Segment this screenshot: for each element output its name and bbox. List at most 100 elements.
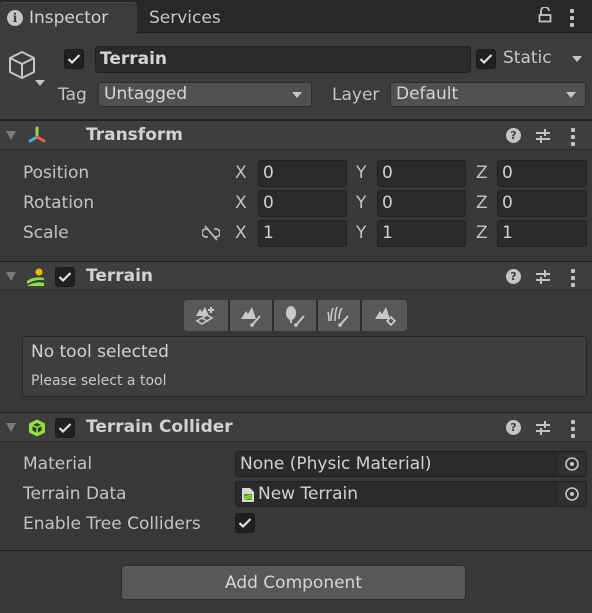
tab-services[interactable]: Services	[149, 2, 221, 33]
name-field[interactable]: Terrain	[95, 46, 471, 73]
icon-dropdown-caret[interactable]	[35, 80, 45, 86]
rotation-y-field[interactable]: 0	[377, 190, 466, 217]
scale-label: Scale	[23, 223, 69, 243]
tab-label: Inspector	[29, 8, 109, 28]
static-dropdown-caret[interactable]	[572, 56, 582, 62]
help-icon[interactable]: ?	[506, 128, 521, 143]
terrain-data-object-field[interactable]: New Terrain	[235, 481, 587, 507]
help-icon[interactable]: ?	[506, 420, 521, 435]
terrain-enabled-checkbox[interactable]	[55, 267, 75, 287]
tag-label: Tag	[58, 85, 87, 105]
collider-enabled-checkbox[interactable]	[55, 418, 75, 438]
checkmark-icon	[479, 54, 493, 65]
static-checkbox[interactable]	[476, 49, 496, 69]
transform-icon	[28, 126, 46, 143]
position-label: Position	[23, 163, 90, 183]
foldout-arrow-icon[interactable]	[6, 272, 16, 281]
create-neighbor-terrains-icon	[195, 306, 214, 325]
component-menu-icon[interactable]	[571, 128, 575, 149]
create-neighbor-terrains-button[interactable]	[184, 300, 228, 331]
lock-icon[interactable]	[538, 7, 552, 23]
checkmark-icon	[67, 54, 81, 65]
paint-details-icon	[327, 306, 349, 327]
help-text: Please select a tool	[31, 373, 167, 389]
transform-header[interactable]: Transform ?	[0, 120, 592, 150]
scale-y-field[interactable]: 1	[377, 220, 466, 247]
axis-z-label: Z	[476, 193, 488, 213]
checkmark-icon	[58, 423, 72, 434]
component-menu-icon[interactable]	[571, 420, 575, 441]
tag-value: Untagged	[104, 84, 188, 104]
terrain-collider-header[interactable]: Terrain Collider ?	[0, 412, 592, 442]
presets-icon[interactable]	[535, 128, 551, 144]
enable-tree-colliders-checkbox[interactable]	[235, 513, 255, 533]
material-value: None (Physic Material)	[240, 454, 432, 474]
transform-body: Position X 0 Y 0 Z 0 Rotation X 0 Y 0 Z …	[0, 151, 592, 261]
terrain-settings-icon	[374, 306, 396, 326]
axis-x-label: X	[235, 223, 247, 243]
axis-y-label: Y	[356, 163, 367, 183]
layer-dropdown[interactable]: Default	[390, 82, 586, 107]
scale-x-field[interactable]: 1	[258, 220, 347, 247]
static-label: Static	[503, 48, 552, 68]
tool-help-box: No tool selected Please select a tool	[22, 336, 587, 397]
object-picker-button[interactable]	[558, 482, 586, 506]
paint-details-button[interactable]	[318, 300, 360, 331]
material-label: Material	[23, 454, 93, 474]
kebab-menu-icon[interactable]	[570, 9, 574, 30]
paint-trees-button[interactable]	[274, 300, 316, 331]
gameobject-cube-icon[interactable]	[6, 49, 38, 81]
position-z-field[interactable]: 0	[497, 160, 587, 187]
checkmark-icon	[238, 518, 252, 529]
tab-bar: i Inspector Services	[0, 0, 592, 33]
component-title: Transform	[86, 125, 183, 145]
foldout-arrow-icon[interactable]	[6, 131, 16, 140]
rotation-label: Rotation	[23, 193, 95, 213]
position-y-field[interactable]: 0	[377, 160, 466, 187]
layer-label: Layer	[332, 85, 380, 105]
terrain-collider-body: Material None (Physic Material) Terrain …	[0, 443, 592, 550]
presets-icon[interactable]	[535, 269, 551, 285]
info-icon: i	[7, 10, 23, 26]
help-icon[interactable]: ?	[506, 269, 521, 284]
component-menu-icon[interactable]	[571, 269, 575, 290]
terrain-settings-button[interactable]	[362, 300, 407, 331]
terrain-header[interactable]: Terrain ?	[0, 261, 592, 291]
tag-dropdown[interactable]: Untagged	[98, 82, 312, 107]
terrain-tool-strip	[184, 300, 407, 331]
terrain-data-label: Terrain Data	[23, 484, 127, 504]
object-picker-button[interactable]	[558, 452, 586, 476]
position-x-field[interactable]: 0	[258, 160, 347, 187]
axis-z-label: Z	[476, 223, 488, 243]
layer-value: Default	[396, 84, 459, 104]
paint-terrain-icon	[241, 306, 261, 327]
gameobject-header: Terrain Static Tag Untagged Layer Defaul…	[0, 34, 592, 120]
unlinked-scale-icon[interactable]	[202, 225, 220, 241]
terrain-asset-icon	[242, 488, 254, 502]
tab-label: Services	[149, 7, 221, 28]
rotation-z-field[interactable]: 0	[497, 190, 587, 217]
component-title: Terrain	[86, 266, 154, 286]
tab-inspector[interactable]: i Inspector	[0, 2, 137, 33]
component-title: Terrain Collider	[86, 417, 233, 437]
material-object-field[interactable]: None (Physic Material)	[235, 451, 587, 477]
axis-x-label: X	[235, 163, 247, 183]
collider-icon	[29, 419, 45, 437]
enable-tree-colliders-label: Enable Tree Colliders	[23, 514, 201, 534]
presets-icon[interactable]	[535, 420, 551, 436]
paint-trees-icon	[286, 305, 305, 327]
foldout-arrow-icon[interactable]	[6, 423, 16, 432]
divider	[0, 550, 592, 551]
object-picker-icon	[565, 457, 579, 471]
add-component-button[interactable]: Add Component	[121, 565, 466, 600]
axis-y-label: Y	[356, 223, 367, 243]
axis-z-label: Z	[476, 163, 488, 183]
axis-y-label: Y	[356, 193, 367, 213]
axis-x-label: X	[235, 193, 247, 213]
paint-terrain-button[interactable]	[230, 300, 272, 331]
object-picker-icon	[565, 487, 579, 501]
rotation-x-field[interactable]: 0	[258, 190, 347, 217]
chevron-down-icon	[566, 92, 576, 98]
active-checkbox[interactable]	[64, 49, 84, 69]
scale-z-field[interactable]: 1	[497, 220, 587, 247]
